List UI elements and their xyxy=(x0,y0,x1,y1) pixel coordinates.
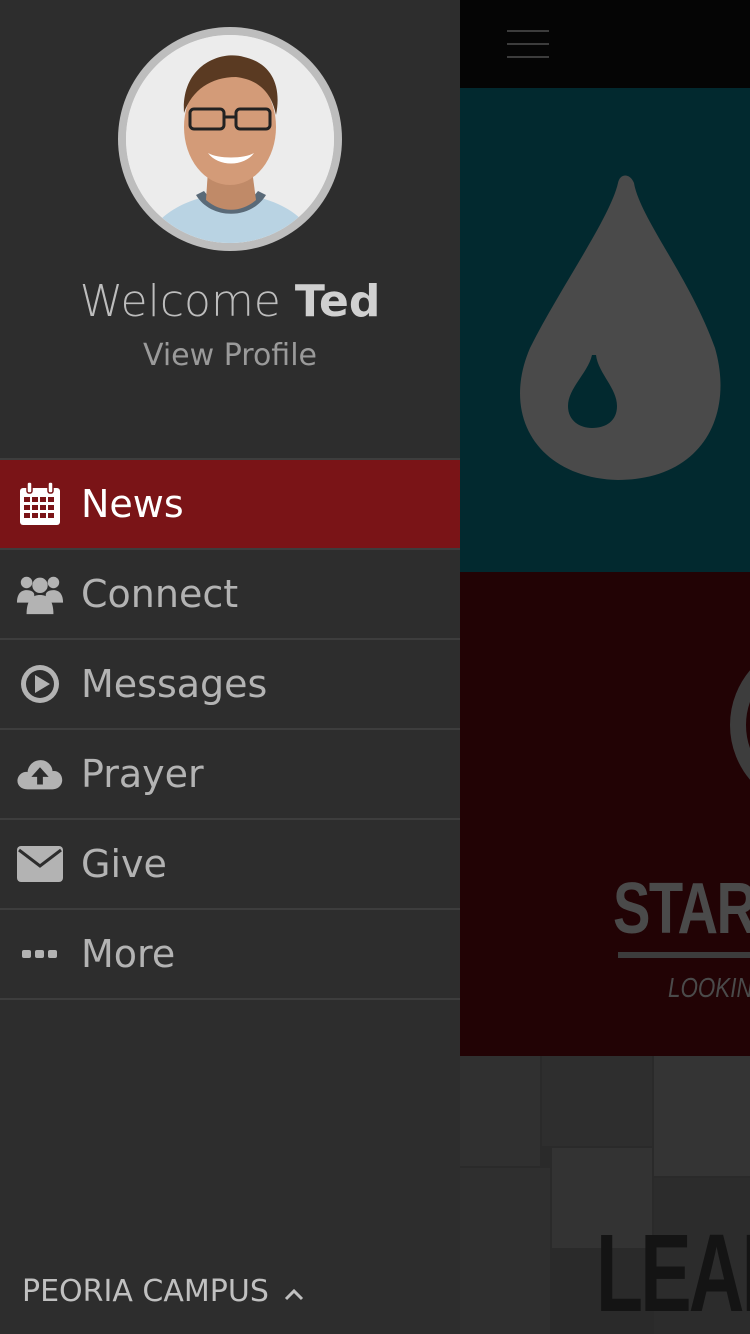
drawer-menu: News Connect Messages Prayer Give More xyxy=(0,458,460,1000)
profile-photo xyxy=(126,35,334,243)
navigation-drawer: Welcome Ted View Profile News Connect Me… xyxy=(0,0,460,1334)
cloud-upload-icon xyxy=(16,750,64,798)
welcome-prefix: Welcome xyxy=(79,276,281,327)
chevron-up-icon xyxy=(284,1275,304,1310)
campus-selector[interactable]: PEORIA CAMPUS xyxy=(22,1274,304,1310)
envelope-icon xyxy=(16,840,64,888)
card-start-subtitle: LOOKING xyxy=(668,972,750,1003)
hamburger-menu-icon[interactable] xyxy=(507,30,549,60)
main-content: STAR LOOKING LEAI xyxy=(460,0,750,1334)
card-start-title: STAR xyxy=(613,869,750,949)
avatar[interactable] xyxy=(118,27,342,251)
menu-item-messages[interactable]: Messages xyxy=(0,640,460,730)
menu-item-label: Connect xyxy=(81,572,239,616)
ellipsis-icon xyxy=(16,930,64,978)
menu-item-label: News xyxy=(81,482,184,526)
menu-item-label: Messages xyxy=(81,662,268,706)
user-name: Ted xyxy=(294,276,381,327)
card-lead-title: LEAI xyxy=(596,1212,750,1334)
play-circle-icon xyxy=(16,660,64,708)
menu-item-label: Prayer xyxy=(81,752,204,796)
water-drop-icon xyxy=(520,175,721,480)
menu-item-prayer[interactable]: Prayer xyxy=(0,730,460,820)
menu-item-more[interactable]: More xyxy=(0,910,460,1000)
menu-item-give[interactable]: Give xyxy=(0,820,460,910)
calendar-icon xyxy=(16,480,64,528)
campus-label: PEORIA CAMPUS xyxy=(22,1274,269,1309)
menu-item-news[interactable]: News xyxy=(0,460,460,550)
top-bar xyxy=(460,0,750,88)
menu-item-label: More xyxy=(81,932,176,976)
welcome-message: Welcome Ted xyxy=(0,276,460,327)
card-start-divider xyxy=(618,952,750,958)
menu-item-label: Give xyxy=(81,842,167,886)
menu-item-connect[interactable]: Connect xyxy=(0,550,460,640)
users-icon xyxy=(16,570,64,618)
view-profile-link[interactable]: View Profile xyxy=(0,338,460,373)
